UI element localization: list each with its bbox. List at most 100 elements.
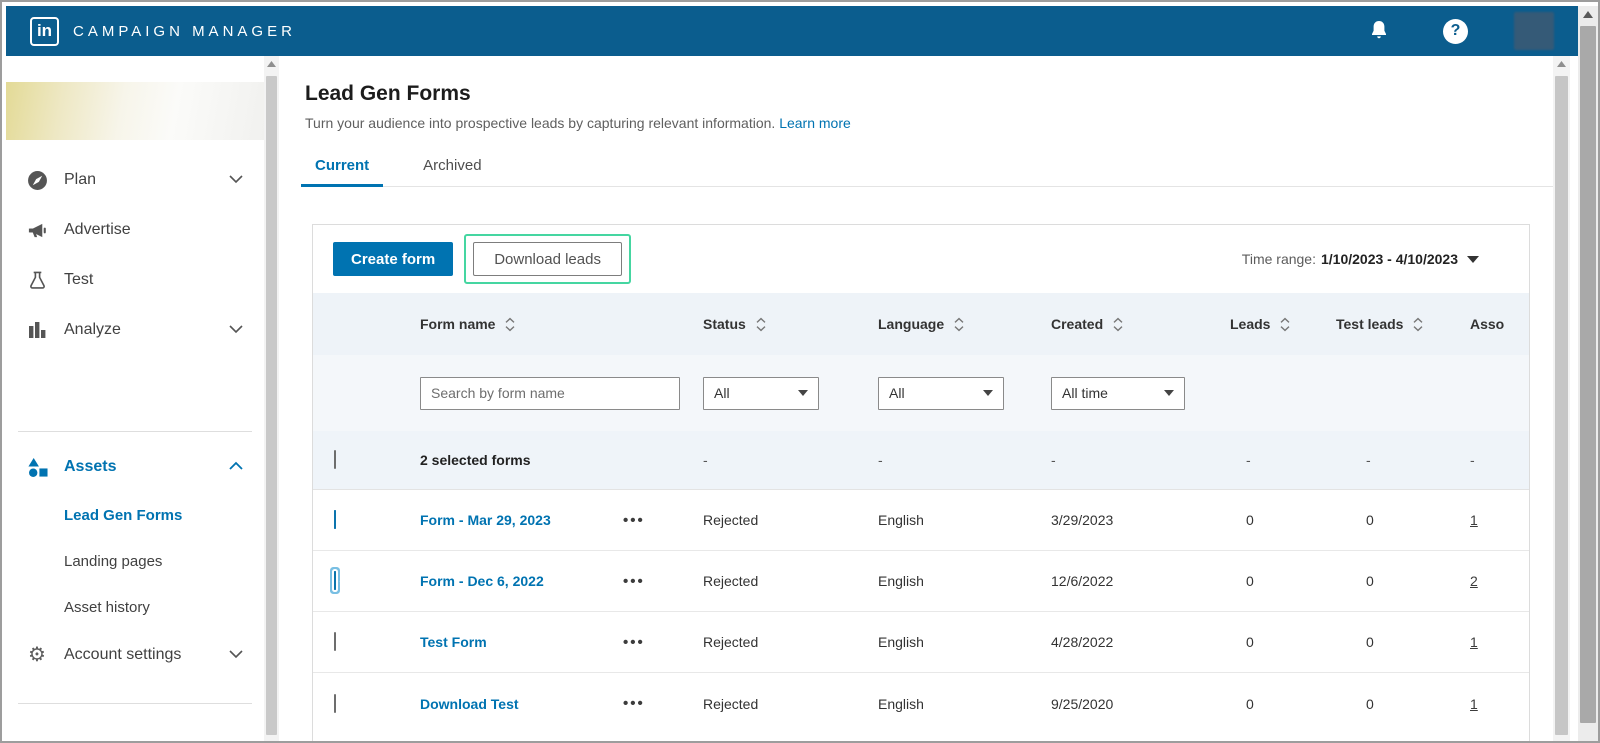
table-row: Form - Mar 29, 2023 ••• Rejected English… [313, 490, 1529, 551]
table-row: Test Form ••• Rejected English 4/28/2022… [313, 612, 1529, 673]
content-scrollbar[interactable] [1553, 56, 1570, 741]
linkedin-logo-icon[interactable]: in [30, 17, 59, 46]
more-options-icon[interactable]: ••• [623, 573, 703, 590]
more-options-icon[interactable]: ••• [623, 634, 703, 651]
chevron-down-icon [228, 321, 244, 339]
window-scrollbar[interactable] [1578, 6, 1598, 741]
language-filter-dropdown[interactable]: All [878, 377, 1004, 410]
select-all-checkbox[interactable] [334, 450, 336, 469]
scrollbar-thumb[interactable] [266, 76, 277, 735]
sidebar-item-plan[interactable]: Plan [6, 155, 264, 205]
create-form-button[interactable]: Create form [333, 242, 453, 276]
language-cell: English [878, 512, 1051, 528]
associated-count-link[interactable]: 2 [1470, 573, 1531, 589]
column-header-status[interactable]: Status [703, 316, 878, 332]
sidebar-item-test[interactable]: Test [6, 255, 264, 305]
sidebar-scrollbar[interactable] [264, 56, 279, 741]
more-options-icon[interactable]: ••• [623, 695, 703, 712]
associated-count-link[interactable]: 1 [1470, 634, 1531, 650]
sidebar-divider [18, 703, 252, 704]
sidebar-item-assets[interactable]: Assets [6, 442, 264, 492]
leads-cell: 0 [1230, 696, 1336, 712]
column-header-language[interactable]: Language [878, 316, 1051, 332]
compass-icon [26, 169, 48, 191]
selection-summary-row: 2 selected forms - - - - - - [313, 431, 1529, 490]
bar-chart-icon [26, 319, 48, 341]
table-filter-row: All All All time [313, 355, 1529, 431]
time-range-dropdown[interactable]: Time range: 1/10/2023 - 4/10/2023 [1242, 251, 1479, 267]
associated-count-link[interactable]: 1 [1470, 512, 1531, 528]
tab-archived[interactable]: Archived [413, 157, 491, 186]
table-row: Form - Dec 6, 2022 ••• Rejected English … [313, 551, 1529, 612]
selection-count: 2 selected forms [420, 452, 623, 468]
leads-cell: 0 [1230, 573, 1336, 589]
learn-more-link[interactable]: Learn more [779, 115, 851, 131]
sidebar-subitem-label: Lead Gen Forms [64, 507, 182, 524]
row-checkbox[interactable] [334, 571, 336, 590]
account-name-blurred [6, 82, 264, 140]
search-input[interactable] [420, 377, 680, 410]
download-leads-button[interactable]: Download leads [473, 242, 622, 276]
form-name-link[interactable]: Test Form [420, 634, 623, 650]
status-cell: Rejected [703, 573, 878, 589]
row-checkbox[interactable] [334, 510, 336, 529]
status-cell: Rejected [703, 696, 878, 712]
sidebar-item-asset-history[interactable]: Asset history [6, 584, 264, 630]
scrollbar-thumb[interactable] [1580, 26, 1596, 723]
scroll-up-icon[interactable] [1578, 6, 1598, 22]
status-filter-dropdown[interactable]: All [703, 377, 819, 410]
sidebar-item-label: Analyze [64, 321, 121, 339]
sidebar-item-analyze[interactable]: Analyze [6, 305, 264, 355]
sidebar-item-account-settings[interactable]: ⚙ Account settings [6, 630, 264, 680]
test-leads-cell: 0 [1336, 573, 1470, 589]
scroll-up-icon[interactable] [264, 56, 279, 72]
form-name-link[interactable]: Form - Mar 29, 2023 [420, 512, 623, 528]
sidebar-item-advertise[interactable]: Advertise [6, 205, 264, 255]
sort-icon [1279, 317, 1291, 332]
sort-icon [504, 317, 516, 332]
scrollbar-thumb[interactable] [1555, 76, 1568, 735]
column-header-associated[interactable]: Asso [1470, 316, 1531, 332]
column-header-test-leads[interactable]: Test leads [1336, 316, 1470, 332]
tab-bar: Current Archived [305, 157, 1553, 187]
column-header-form-name[interactable]: Form name [420, 316, 623, 332]
sidebar-divider [18, 431, 252, 432]
sidebar: Plan Advertise Test [6, 56, 264, 741]
caret-down-icon [1164, 390, 1174, 396]
row-checkbox[interactable] [334, 694, 336, 713]
sidebar-item-label: Account settings [64, 646, 181, 664]
help-button[interactable]: ? [1443, 19, 1468, 44]
associated-count-link[interactable]: 1 [1470, 696, 1531, 712]
form-name-link[interactable]: Form - Dec 6, 2022 [420, 573, 623, 589]
column-header-created[interactable]: Created [1051, 316, 1230, 332]
form-name-link[interactable]: Download Test [420, 696, 623, 712]
column-header-leads[interactable]: Leads [1230, 316, 1336, 332]
more-options-icon[interactable]: ••• [623, 512, 703, 529]
sidebar-item-lead-gen-forms[interactable]: Lead Gen Forms [6, 492, 264, 538]
bell-icon [1367, 18, 1391, 45]
sidebar-subitem-label: Landing pages [64, 553, 162, 570]
created-cell: 4/28/2022 [1051, 634, 1230, 650]
leads-cell: 0 [1230, 634, 1336, 650]
help-icon: ? [1443, 19, 1468, 44]
time-range-label: Time range: [1242, 251, 1316, 267]
language-cell: English [878, 696, 1051, 712]
tab-current[interactable]: Current [305, 157, 379, 186]
status-cell: Rejected [703, 512, 878, 528]
download-leads-highlight-box: Download leads [464, 234, 631, 284]
shapes-icon [26, 456, 48, 478]
sidebar-item-landing-pages[interactable]: Landing pages [6, 538, 264, 584]
row-checkbox[interactable] [334, 632, 336, 651]
chevron-down-icon [228, 171, 244, 189]
sidebar-subitem-label: Asset history [64, 599, 150, 616]
created-cell: 3/29/2023 [1051, 512, 1230, 528]
avatar[interactable] [1514, 12, 1554, 50]
scroll-up-icon[interactable] [1553, 56, 1570, 72]
created-filter-dropdown[interactable]: All time [1051, 377, 1185, 410]
campaign-manager-window: in CAMPAIGN MANAGER ? Plan [0, 0, 1600, 743]
flask-icon [26, 269, 48, 291]
chevron-down-icon [228, 646, 244, 664]
created-cell: 12/6/2022 [1051, 573, 1230, 589]
notifications-button[interactable] [1367, 18, 1391, 45]
table-header-row: Form name Status Language Created L [313, 293, 1529, 355]
